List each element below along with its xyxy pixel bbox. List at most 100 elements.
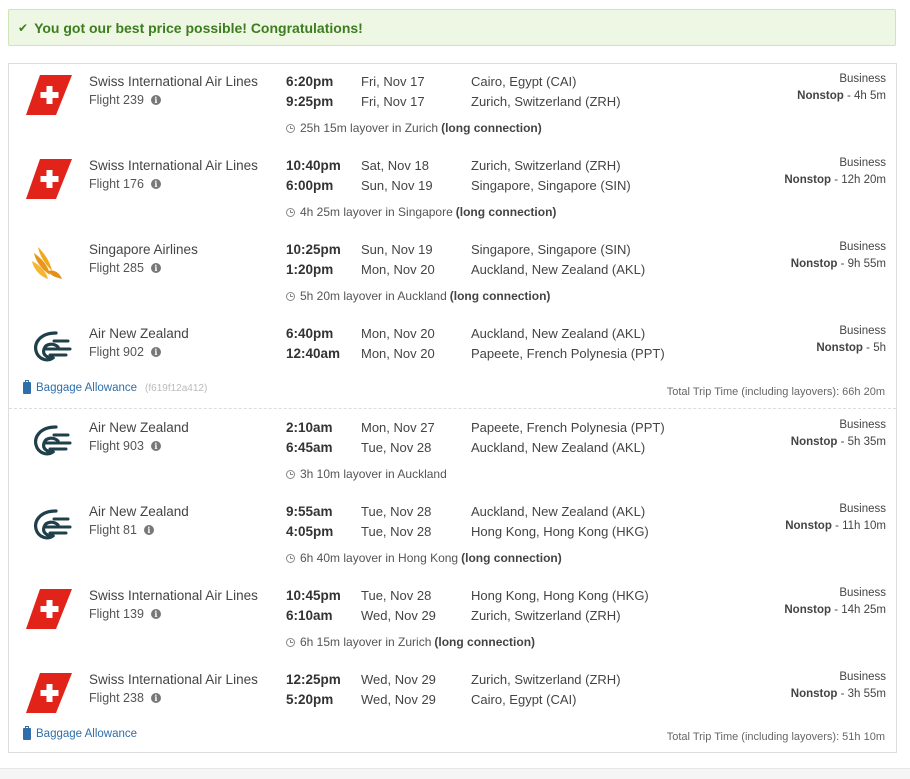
info-icon[interactable]: i [150,693,161,703]
layover-info: 3h 10m layover in Auckland [286,467,447,481]
arrival-time: 4:05pm [286,524,334,539]
layover-info: 6h 40m layover in Hong Kong (long connect… [286,551,562,565]
cabin-class: Business [839,671,886,683]
baggage-allowance-label: Baggage Allowance [36,382,138,394]
flight-duration: - 5h 35m [840,436,886,448]
cabin-class: Business [839,587,886,599]
air-new-zealand-logo [26,505,72,545]
stops-duration: Nonstop - 9h 55m [791,258,886,270]
flight-number: Flight 903 i [89,439,161,453]
arrival-time: 6:00pm [286,178,334,193]
luggage-icon [23,726,31,740]
arrival-date: Tue, Nov 28 [361,524,432,539]
stops-duration: Nonstop - 11h 10m [785,520,886,532]
itinerary-panel: Swiss International Air Lines Flight 239 i… [8,63,897,753]
flight-number: Flight 238 i [89,691,161,705]
cabin-class: Business [839,325,886,337]
departure-city: Zurich, Switzerland (ZRH) [471,158,621,173]
flight-duration: - 14h 25m [834,604,886,616]
info-icon[interactable]: i [150,441,161,451]
arrival-time: 6:45am [286,440,333,455]
arrival-date: Mon, Nov 20 [361,346,435,361]
layover-text: 3h 10m layover in Auckland [300,467,447,481]
total-trip-time-return: Total Trip Time (including layovers): 51… [666,731,885,743]
cabin-class: Business [839,503,886,515]
arrival-date: Sun, Nov 19 [361,178,433,193]
airline-name: Swiss International Air Lines [89,74,258,89]
baggage-allowance-link-return[interactable]: Baggage Allowance [23,726,137,740]
swiss-logo [26,159,72,199]
layover-info: 5h 20m layover in Auckland (long connecti… [286,289,550,303]
stops-label: Nonstop [790,436,838,448]
layover-text: 5h 20m layover in Auckland [300,289,447,303]
flight-number-label: Flight 903 [89,439,144,453]
arrival-city: Zurich, Switzerland (ZRH) [471,608,621,623]
total-trip-time-outbound: Total Trip Time (including layovers): 66… [666,386,885,398]
layover-note: (long connection) [461,551,562,565]
departure-date: Sat, Nov 18 [361,158,429,173]
arrival-date: Mon, Nov 20 [361,262,435,277]
arrival-time: 9:25pm [286,94,334,109]
arrival-city: Zurich, Switzerland (ZRH) [471,94,621,109]
departure-time: 10:25pm [286,242,341,257]
flight-segment: Swiss International Air Lines Flight 139 i… [9,578,896,662]
layover-text: 4h 25m layover in Singapore [300,205,453,219]
stops-duration: Nonstop - 5h 35m [791,436,886,448]
info-icon[interactable]: i [150,95,161,105]
departure-time: 6:40pm [286,326,334,341]
section-divider [9,408,896,409]
luggage-icon [23,380,31,394]
stops-duration: Nonstop - 12h 20m [784,174,886,186]
clock-icon [286,207,295,217]
layover-info: 4h 25m layover in Singapore (long connect… [286,205,556,219]
arrival-date: Fri, Nov 17 [361,94,425,109]
flight-number-label: Flight 176 [89,177,144,191]
layover-text: 25h 15m layover in Zurich [300,121,439,135]
info-icon[interactable]: i [143,525,154,535]
cabin-class: Business [839,419,886,431]
cabin-class: Business [839,241,886,253]
departure-date: Wed, Nov 29 [361,672,436,687]
arrival-date: Wed, Nov 29 [361,692,436,707]
layover-note: (long connection) [441,121,542,135]
airline-name: Singapore Airlines [89,242,198,257]
stops-label: Nonstop [785,520,832,532]
departure-city: Auckland, New Zealand (AKL) [471,504,646,519]
arrival-time: 1:20pm [286,262,334,277]
departure-time: 2:10am [286,420,333,435]
departure-date: Mon, Nov 20 [361,326,435,341]
info-icon[interactable]: i [150,609,161,619]
flight-number: Flight 139 i [89,607,161,621]
departure-time: 10:40pm [286,158,341,173]
info-icon[interactable]: i [150,347,161,357]
swiss-logo [26,75,72,115]
flight-number-label: Flight 238 [89,691,144,705]
flight-number-label: Flight 902 [89,345,144,359]
arrival-time: 6:10am [286,608,333,623]
departure-date: Fri, Nov 17 [361,74,425,89]
flight-number: Flight 285 i [89,261,161,275]
flight-duration: - 5h [866,342,886,354]
success-alert: ✔ You got our best price possible! Congr… [8,9,896,46]
info-icon[interactable]: i [150,263,161,273]
airline-name: Air New Zealand [89,420,189,435]
swiss-logo [26,589,72,629]
flight-duration: - 11h 10m [835,520,886,532]
arrival-city: Cairo, Egypt (CAI) [471,692,577,707]
stops-label: Nonstop [816,342,863,354]
flight-segment: Singapore Airlines Flight 285 i 10:25pm Sun,… [9,232,896,316]
flight-number-label: Flight 285 [89,261,144,275]
baggage-allowance-link-outbound[interactable]: Baggage Allowance (f619f12a412) [23,380,207,394]
arrival-time: 5:20pm [286,692,334,707]
info-icon[interactable]: i [150,179,161,189]
flight-duration: - 12h 20m [834,174,886,186]
clock-icon [286,123,295,133]
departure-city: Auckland, New Zealand (AKL) [471,326,646,341]
departure-time: 10:45pm [286,588,341,603]
flight-duration: - 4h 5m [847,90,886,102]
departure-city: Zurich, Switzerland (ZRH) [471,672,621,687]
layover-text: 6h 15m layover in Zurich [300,635,432,649]
layover-note: (long connection) [449,289,551,303]
arrival-city: Singapore, Singapore (SIN) [471,178,631,193]
arrival-city: Auckland, New Zealand (AKL) [471,440,646,455]
